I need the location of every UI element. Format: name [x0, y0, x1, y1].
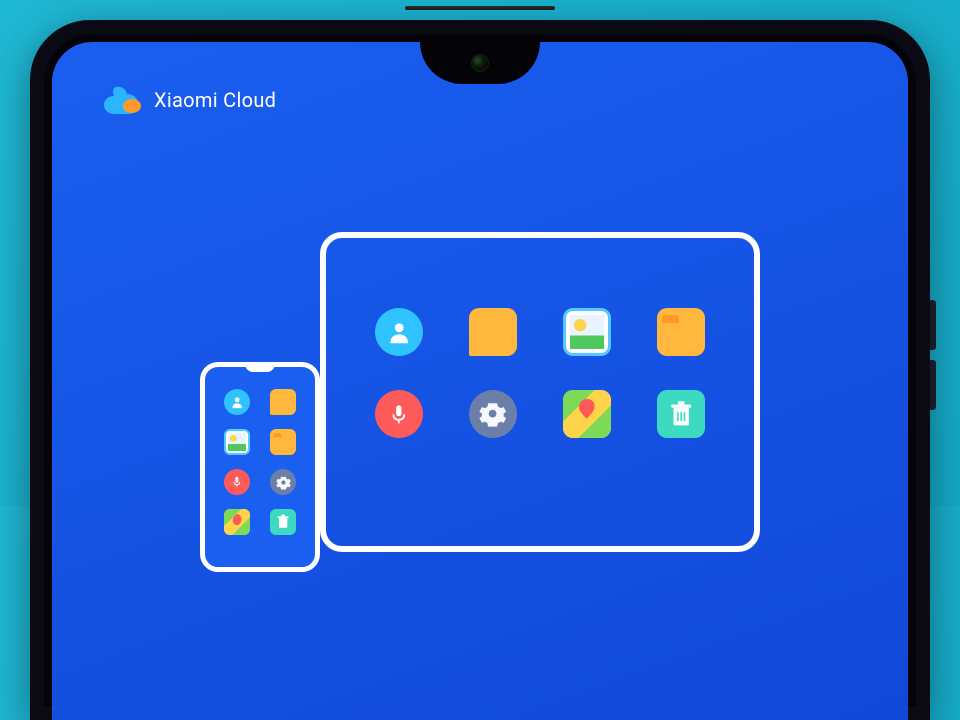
app-header: Xiaomi Cloud: [102, 86, 276, 114]
front-camera: [471, 54, 489, 72]
display-notch: [420, 42, 540, 84]
sync-illustration: [200, 232, 760, 572]
trash-icon: [657, 390, 705, 438]
trash-icon: [270, 509, 296, 535]
laptop-icon-grid: [375, 308, 705, 438]
folder-icon: [657, 308, 705, 356]
volume-up-button: [930, 300, 936, 350]
mini-phone-illustration: [200, 362, 320, 572]
settings-icon: [270, 469, 296, 495]
contact-icon: [375, 308, 423, 356]
maps-icon: [224, 509, 250, 535]
mini-phone-icon-grid: [224, 389, 296, 535]
volume-down-button: [930, 360, 936, 410]
chat-icon: [469, 308, 517, 356]
phone-screen: Xiaomi Cloud: [52, 42, 908, 720]
contact-icon: [224, 389, 250, 415]
microphone-icon: [224, 469, 250, 495]
settings-icon: [469, 390, 517, 438]
app-title: Xiaomi Cloud: [154, 88, 276, 112]
photo-icon: [224, 429, 250, 455]
folder-icon: [270, 429, 296, 455]
photo-icon: [563, 308, 611, 356]
microphone-icon: [375, 390, 423, 438]
mini-phone-notch: [245, 362, 275, 372]
phone-device-frame: Xiaomi Cloud: [30, 20, 930, 720]
earpiece-speaker: [405, 6, 555, 10]
chat-icon: [270, 389, 296, 415]
cloud-logo-icon: [102, 86, 142, 114]
maps-icon: [563, 390, 611, 438]
laptop-illustration: [320, 232, 760, 552]
